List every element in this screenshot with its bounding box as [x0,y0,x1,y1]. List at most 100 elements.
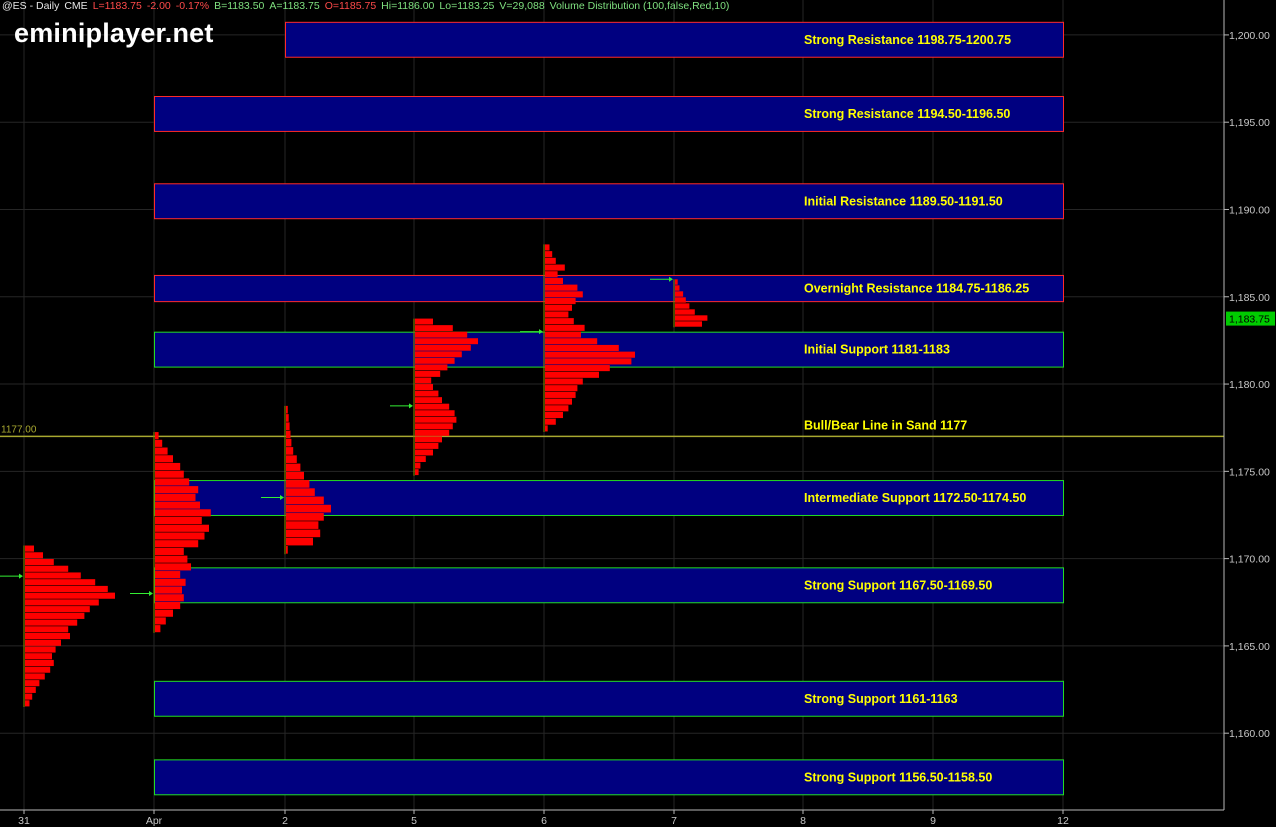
time-tick-label: 6 [541,815,547,827]
profile-bar [415,410,455,417]
volume: V=29,088 [499,0,545,12]
profile-bar [545,304,572,311]
profile-bar [155,462,181,471]
zone-label: Intermediate Support 1172.50-1174.50 [804,491,1026,505]
profile-bar [25,632,70,640]
zone-label: Overnight Resistance 1184.75-1186.25 [804,282,1029,296]
profile-bar [545,338,598,345]
profile-bar [415,377,432,384]
profile-bar [675,285,680,291]
profile-bar [155,540,199,548]
time-tick-label: 7 [671,815,677,827]
profile-bar [545,277,563,285]
profile-bar [25,599,99,606]
profile-bar [545,311,569,318]
profile-bar [155,501,200,509]
profile-bar [415,351,462,358]
profile-bar [25,552,43,559]
profile-bar [545,284,578,291]
price-tick-label: 1,165.00 [1229,641,1270,653]
profile-bar [415,390,439,397]
low-price: Lo=1183.25 [439,0,495,12]
profile-bar [155,555,188,563]
pct-change: -0.17% [175,0,210,12]
profile-bar [415,423,453,430]
profile-bar [415,357,455,364]
last-price-tag-label: 1,183.75 [1229,314,1270,326]
profile-bar [545,271,558,278]
profile-bar [415,344,471,351]
price-tick-label: 1,170.00 [1229,554,1270,566]
time-tick-label: 31 [18,815,30,827]
price-tick-label: 1,175.00 [1229,466,1270,478]
last-price: L=1183.75 [92,0,142,12]
poc-marker-arrow [19,573,23,579]
profile-bar [286,480,310,488]
profile-bar [545,344,619,352]
profile-bar [545,411,563,419]
profile-bar [545,365,610,372]
profile-bar [25,693,33,700]
profile-bar [545,264,565,271]
profile-bar [415,331,468,338]
profile-bar [675,321,702,327]
open-price: O=1185.75 [324,0,377,12]
profile-bar [545,298,576,305]
price-tick-label: 1,195.00 [1229,117,1270,129]
profile-bar [25,680,40,687]
profile-bar [25,666,51,673]
profile-bar [25,700,30,707]
profile-bar [545,378,583,385]
profile-bar [155,439,163,447]
profile-bar [155,470,184,478]
profile-bar [545,244,550,251]
zone-label: Strong Support 1161-1163 [804,692,958,706]
profile-bar [155,516,202,525]
profile-bar [155,571,181,579]
poc-marker-arrow [409,403,413,409]
profile-bar [155,532,205,540]
bid-price: B=1183.50 [214,0,265,12]
zone-label: Strong Support 1156.50-1158.50 [804,770,992,784]
profile-bar [545,385,578,392]
profile-bar [25,592,115,599]
profile-bar [25,626,69,633]
profile-bar [545,371,599,378]
profile-bar [415,456,426,463]
profile-bar [415,318,433,325]
profile-bar [415,338,478,345]
profile-bar [415,416,457,423]
zone-label: Initial Support 1181-1183 [804,343,950,357]
profile-bar [25,579,96,586]
profile-bar [155,594,184,602]
profile-bar [286,496,324,505]
profile-bar [415,325,453,332]
profile-bar [25,639,61,646]
profile-bar [155,547,184,555]
profile-bar [415,462,421,469]
profile-bar [675,315,708,321]
profile-bar [415,436,442,443]
price-tick-label: 1,200.00 [1229,30,1270,42]
profile-bar [25,572,81,579]
profile-bar [155,478,190,486]
profile-bar [155,617,166,625]
price-tick-label: 1,185.00 [1229,292,1270,304]
profile-bar [545,358,632,365]
profile-bar [286,529,321,538]
profile-bar [155,493,196,501]
profile-bar [25,545,34,552]
profile-bar [415,384,433,390]
profile-bar [25,619,78,626]
profile-bar [286,414,289,422]
profile-bar [25,606,90,613]
profile-bar [286,471,304,480]
profile-bar [286,455,297,463]
profile-bar [155,509,211,517]
profile-bar [286,537,313,546]
profile-bar [25,653,52,660]
profile-bar [286,504,331,513]
profile-bar [415,442,439,449]
zone-label: Strong Resistance 1198.75-1200.75 [804,33,1011,47]
price-tick-label: 1,160.00 [1229,728,1270,740]
